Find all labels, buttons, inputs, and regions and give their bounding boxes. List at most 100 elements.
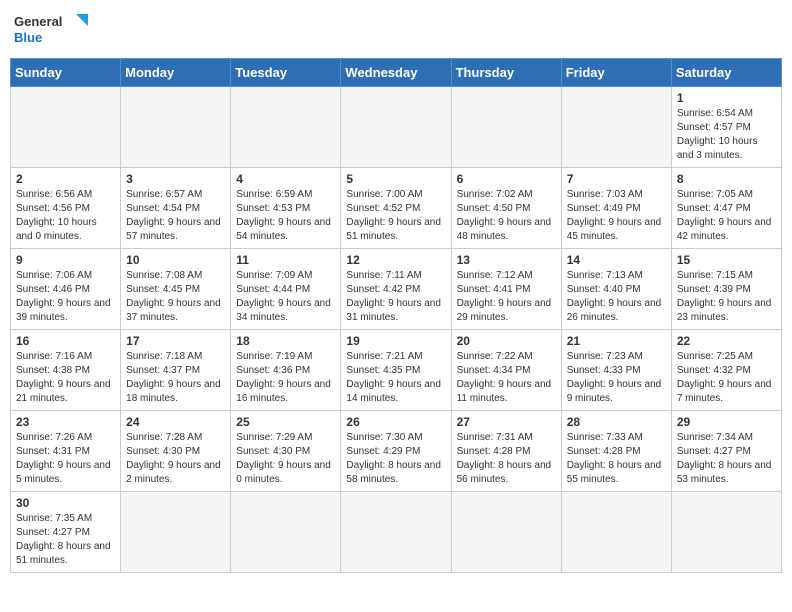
day-number: 12 bbox=[346, 253, 445, 267]
column-header-thursday: Thursday bbox=[451, 59, 561, 87]
calendar-cell: 18 Sunrise: 7:19 AM Sunset: 4:36 PM Dayli… bbox=[231, 330, 341, 411]
day-info: Sunrise: 7:13 AM Sunset: 4:40 PM Dayligh… bbox=[567, 269, 666, 325]
day-info: Sunrise: 7:15 AM Sunset: 4:39 PM Dayligh… bbox=[677, 269, 776, 325]
day-number: 13 bbox=[457, 253, 556, 267]
calendar-cell: 5 Sunrise: 7:00 AM Sunset: 4:52 PM Daylig… bbox=[341, 168, 451, 249]
day-info: Sunrise: 7:25 AM Sunset: 4:32 PM Dayligh… bbox=[677, 350, 776, 406]
day-number: 19 bbox=[346, 334, 445, 348]
day-info: Sunrise: 7:22 AM Sunset: 4:34 PM Dayligh… bbox=[457, 350, 556, 406]
column-header-sunday: Sunday bbox=[11, 59, 121, 87]
calendar-cell bbox=[341, 87, 451, 168]
calendar-cell: 20Sunrise: 7:22 AM Sunset: 4:34 PM Dayli… bbox=[451, 330, 561, 411]
generalblue-logo-svg: General Blue bbox=[14, 10, 94, 50]
day-info: Sunrise: 7:00 AM Sunset: 4:52 PM Dayligh… bbox=[346, 188, 445, 244]
day-number: 15 bbox=[677, 253, 776, 267]
calendar-cell: 12 Sunrise: 7:11 AM Sunset: 4:42 PM Dayli… bbox=[341, 249, 451, 330]
day-info: Sunrise: 7:06 AM Sunset: 4:46 PM Dayligh… bbox=[16, 269, 115, 325]
calendar-cell: 4 Sunrise: 6:59 AM Sunset: 4:53 PM Daylig… bbox=[231, 168, 341, 249]
day-info: Sunrise: 7:34 AM Sunset: 4:27 PM Dayligh… bbox=[677, 431, 776, 487]
logo: General Blue bbox=[14, 10, 94, 50]
calendar-cell: 28Sunrise: 7:33 AM Sunset: 4:28 PM Dayli… bbox=[561, 411, 671, 492]
calendar-cell: 27 Sunrise: 7:31 AM Sunset: 4:28 PM Dayli… bbox=[451, 411, 561, 492]
calendar-week-row: 23 Sunrise: 7:26 AM Sunset: 4:31 PM Dayli… bbox=[11, 411, 782, 492]
day-number: 18 bbox=[236, 334, 335, 348]
day-info: Sunrise: 7:09 AM Sunset: 4:44 PM Dayligh… bbox=[236, 269, 335, 325]
day-info: Sunrise: 7:02 AM Sunset: 4:50 PM Dayligh… bbox=[457, 188, 556, 244]
day-number: 21 bbox=[567, 334, 666, 348]
calendar-cell: 25 Sunrise: 7:29 AM Sunset: 4:30 PM Dayli… bbox=[231, 411, 341, 492]
day-number: 22 bbox=[677, 334, 776, 348]
day-number: 5 bbox=[346, 172, 445, 186]
day-number: 10 bbox=[126, 253, 225, 267]
column-header-tuesday: Tuesday bbox=[231, 59, 341, 87]
day-info: Sunrise: 6:56 AM Sunset: 4:56 PM Dayligh… bbox=[16, 188, 115, 244]
calendar-cell: 13Sunrise: 7:12 AM Sunset: 4:41 PM Dayli… bbox=[451, 249, 561, 330]
day-number: 11 bbox=[236, 253, 335, 267]
svg-text:General: General bbox=[14, 14, 62, 29]
calendar-cell bbox=[451, 492, 561, 573]
day-info: Sunrise: 7:16 AM Sunset: 4:38 PM Dayligh… bbox=[16, 350, 115, 406]
day-number: 16 bbox=[16, 334, 115, 348]
calendar-cell: 3Sunrise: 6:57 AM Sunset: 4:54 PM Daylig… bbox=[121, 168, 231, 249]
calendar-cell bbox=[561, 87, 671, 168]
day-number: 28 bbox=[567, 415, 666, 429]
day-number: 4 bbox=[236, 172, 335, 186]
day-info: Sunrise: 7:28 AM Sunset: 4:30 PM Dayligh… bbox=[126, 431, 225, 487]
day-number: 7 bbox=[567, 172, 666, 186]
calendar-cell: 11 Sunrise: 7:09 AM Sunset: 4:44 PM Dayli… bbox=[231, 249, 341, 330]
calendar-cell bbox=[561, 492, 671, 573]
column-header-wednesday: Wednesday bbox=[341, 59, 451, 87]
day-number: 14 bbox=[567, 253, 666, 267]
calendar-table: SundayMondayTuesdayWednesdayThursdayFrid… bbox=[10, 58, 782, 573]
calendar-cell: 1Sunrise: 6:54 AM Sunset: 4:57 PM Daylig… bbox=[671, 87, 781, 168]
calendar-cell: 26 Sunrise: 7:30 AM Sunset: 4:29 PM Dayli… bbox=[341, 411, 451, 492]
day-info: Sunrise: 7:30 AM Sunset: 4:29 PM Dayligh… bbox=[346, 431, 445, 487]
day-number: 8 bbox=[677, 172, 776, 186]
calendar-cell bbox=[231, 87, 341, 168]
day-info: Sunrise: 7:19 AM Sunset: 4:36 PM Dayligh… bbox=[236, 350, 335, 406]
calendar-cell: 22 Sunrise: 7:25 AM Sunset: 4:32 PM Dayli… bbox=[671, 330, 781, 411]
day-number: 24 bbox=[126, 415, 225, 429]
calendar-cell bbox=[231, 492, 341, 573]
day-number: 2 bbox=[16, 172, 115, 186]
day-info: Sunrise: 7:23 AM Sunset: 4:33 PM Dayligh… bbox=[567, 350, 666, 406]
calendar-cell: 10 Sunrise: 7:08 AM Sunset: 4:45 PM Dayli… bbox=[121, 249, 231, 330]
day-info: Sunrise: 7:26 AM Sunset: 4:31 PM Dayligh… bbox=[16, 431, 115, 487]
calendar-cell bbox=[451, 87, 561, 168]
day-number: 23 bbox=[16, 415, 115, 429]
day-info: Sunrise: 7:29 AM Sunset: 4:30 PM Dayligh… bbox=[236, 431, 335, 487]
calendar-cell bbox=[341, 492, 451, 573]
day-info: Sunrise: 7:18 AM Sunset: 4:37 PM Dayligh… bbox=[126, 350, 225, 406]
column-header-friday: Friday bbox=[561, 59, 671, 87]
day-number: 17 bbox=[126, 334, 225, 348]
calendar-cell: 17 Sunrise: 7:18 AM Sunset: 4:37 PM Dayli… bbox=[121, 330, 231, 411]
day-number: 3 bbox=[126, 172, 225, 186]
day-info: Sunrise: 7:35 AM Sunset: 4:27 PM Dayligh… bbox=[16, 512, 115, 568]
calendar-cell: 9 Sunrise: 7:06 AM Sunset: 4:46 PM Daylig… bbox=[11, 249, 121, 330]
calendar-cell: 14 Sunrise: 7:13 AM Sunset: 4:40 PM Dayli… bbox=[561, 249, 671, 330]
day-number: 27 bbox=[457, 415, 556, 429]
day-number: 6 bbox=[457, 172, 556, 186]
calendar-cell bbox=[121, 492, 231, 573]
day-info: Sunrise: 7:31 AM Sunset: 4:28 PM Dayligh… bbox=[457, 431, 556, 487]
calendar-week-row: 1Sunrise: 6:54 AM Sunset: 4:57 PM Daylig… bbox=[11, 87, 782, 168]
calendar-cell: 29Sunrise: 7:34 AM Sunset: 4:27 PM Dayli… bbox=[671, 411, 781, 492]
day-info: Sunrise: 7:08 AM Sunset: 4:45 PM Dayligh… bbox=[126, 269, 225, 325]
day-number: 9 bbox=[16, 253, 115, 267]
day-info: Sunrise: 7:21 AM Sunset: 4:35 PM Dayligh… bbox=[346, 350, 445, 406]
day-info: Sunrise: 7:11 AM Sunset: 4:42 PM Dayligh… bbox=[346, 269, 445, 325]
day-info: Sunrise: 7:03 AM Sunset: 4:49 PM Dayligh… bbox=[567, 188, 666, 244]
calendar-cell: 8Sunrise: 7:05 AM Sunset: 4:47 PM Daylig… bbox=[671, 168, 781, 249]
calendar-week-row: 30 Sunrise: 7:35 AM Sunset: 4:27 PM Dayli… bbox=[11, 492, 782, 573]
calendar-cell: 30 Sunrise: 7:35 AM Sunset: 4:27 PM Dayli… bbox=[11, 492, 121, 573]
calendar-week-row: 16 Sunrise: 7:16 AM Sunset: 4:38 PM Dayli… bbox=[11, 330, 782, 411]
calendar-cell: 24 Sunrise: 7:28 AM Sunset: 4:30 PM Dayli… bbox=[121, 411, 231, 492]
column-header-monday: Monday bbox=[121, 59, 231, 87]
calendar-week-row: 2 Sunrise: 6:56 AM Sunset: 4:56 PM Daylig… bbox=[11, 168, 782, 249]
day-number: 30 bbox=[16, 496, 115, 510]
day-number: 25 bbox=[236, 415, 335, 429]
day-number: 26 bbox=[346, 415, 445, 429]
calendar-cell bbox=[121, 87, 231, 168]
day-info: Sunrise: 6:59 AM Sunset: 4:53 PM Dayligh… bbox=[236, 188, 335, 244]
calendar-cell bbox=[671, 492, 781, 573]
